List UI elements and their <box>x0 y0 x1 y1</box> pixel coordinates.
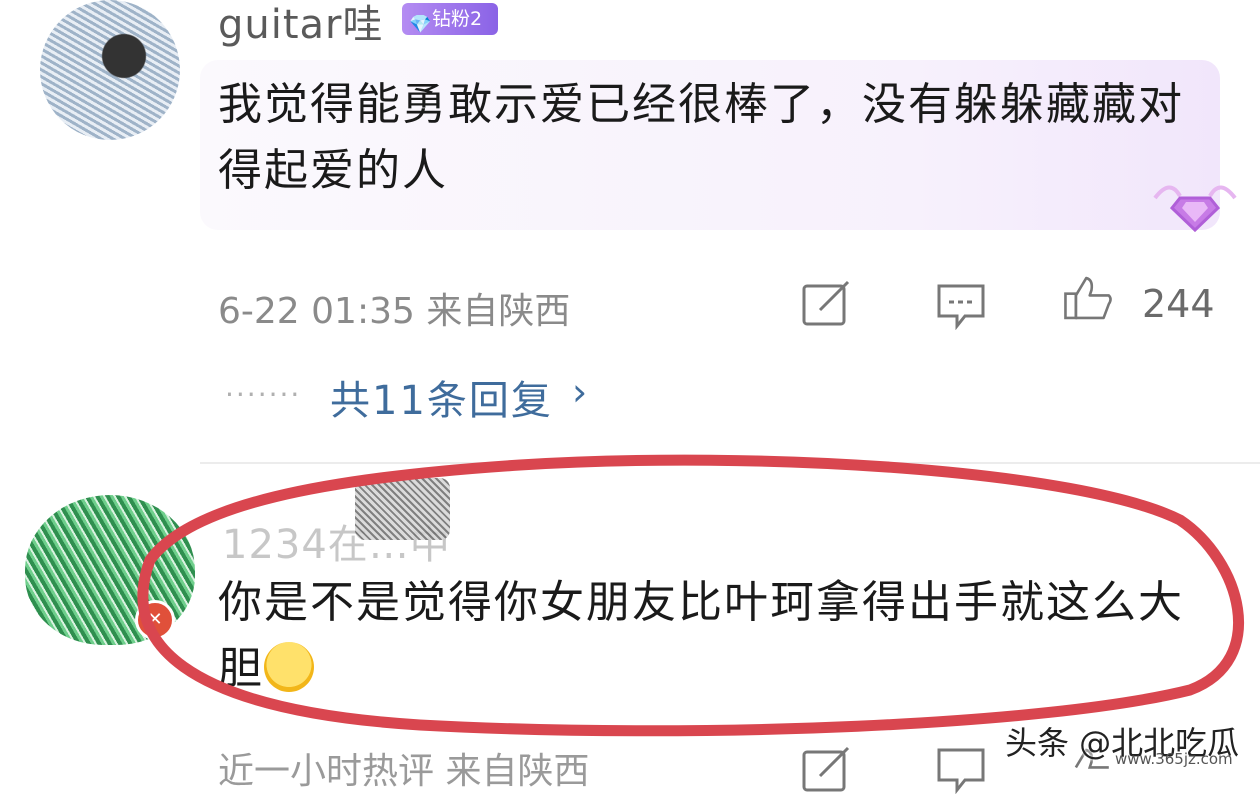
like-count: 244 <box>1142 282 1215 326</box>
comment-username[interactable]: guitar哇 <box>218 0 384 50</box>
diamond-icon <box>1153 185 1237 233</box>
fan-badge-label: 钻粉2 <box>432 8 483 30</box>
comment-icon[interactable] <box>935 282 987 330</box>
comment-meta: 近一小时热评 来自陕西 <box>218 751 590 792</box>
verified-icon: ✕ <box>135 600 175 640</box>
comment-text: 我觉得能勇敢示爱已经很棒了，没有躲躲藏藏对得起爱的人 <box>218 79 1184 196</box>
blur-mask <box>355 478 450 540</box>
view-replies-link[interactable]: 共11条回复 <box>330 368 553 426</box>
user-avatar[interactable] <box>40 0 180 140</box>
fan-badge[interactable]: 💎 钻粉2 <box>402 3 498 35</box>
edit-icon[interactable] <box>800 280 852 328</box>
watermark-url: www.365jz.com <box>1115 750 1233 768</box>
divider <box>200 462 1260 464</box>
chevron-right-icon[interactable]: › <box>572 370 587 414</box>
edit-icon[interactable] <box>800 746 852 794</box>
comment-text-body: 你是不是觉得你女朋友比叶珂拿得出手就这么大胆 <box>218 577 1184 694</box>
comment-icon[interactable] <box>935 746 987 794</box>
comment-meta: 6-22 01:35 来自陕西 <box>218 291 571 332</box>
diamond-icon: 💎 <box>409 14 432 35</box>
thumbs-up-icon[interactable] <box>1062 274 1114 322</box>
laughing-emoji <box>264 642 314 692</box>
more-dots: ······· <box>225 378 302 411</box>
comment-text: 你是不是觉得你女朋友比叶珂拿得出手就这么大胆 <box>218 570 1198 702</box>
